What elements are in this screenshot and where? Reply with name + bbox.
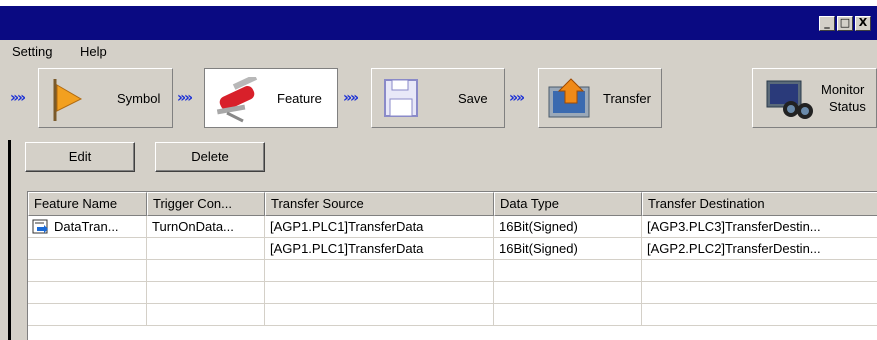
table-row[interactable]: DataTran... TurnOnData... [AGP1.PLC1]Tra… (28, 216, 877, 238)
edit-button[interactable]: Edit (25, 142, 135, 172)
feature-name-text: DataTran... (54, 219, 119, 234)
title-bar: _ □ X (0, 0, 877, 40)
table-cell (642, 260, 877, 282)
step-arrow-icon: » (509, 90, 518, 106)
delete-button[interactable]: Delete (155, 142, 265, 172)
table-row[interactable]: [AGP1.PLC1]TransferData 16Bit(Signed) [A… (28, 238, 877, 260)
column-header[interactable]: Transfer Source (265, 192, 494, 216)
swiss-knife-icon (216, 77, 258, 123)
workflow-toolbar: » » Symbol » » Feature » » Save » » Tran… (0, 64, 877, 136)
menu-setting[interactable]: Setting (12, 44, 52, 59)
table-cell (147, 260, 265, 282)
monitor-label-line1: Monitor (821, 82, 865, 97)
table-cell (28, 304, 147, 326)
maximize-button[interactable]: □ (837, 16, 853, 31)
table-cell (147, 282, 265, 304)
table-cell: TurnOnData... (147, 216, 265, 238)
flag-icon (53, 79, 83, 121)
step-transfer[interactable]: Transfer (538, 68, 662, 128)
table-cell (28, 282, 147, 304)
table-cell (28, 260, 147, 282)
step-arrow-icon: » (350, 90, 359, 106)
minimize-button[interactable]: _ (819, 16, 835, 31)
table-cell: [AGP2.PLC2]TransferDestin... (642, 238, 877, 260)
left-divider (8, 140, 11, 340)
column-header[interactable]: Transfer Destination (642, 192, 877, 216)
top-strip (0, 0, 877, 6)
column-header[interactable]: Data Type (494, 192, 642, 216)
window-controls: _ □ X (819, 16, 871, 31)
transfer-icon (548, 78, 590, 118)
step-arrow-icon: » (343, 90, 352, 106)
menu-bar: Setting Help (0, 40, 877, 64)
table-header: Feature Name Trigger Con... Transfer Sou… (28, 192, 877, 216)
table-cell (494, 282, 642, 304)
table-cell (642, 304, 877, 326)
step-symbol[interactable]: Symbol (38, 68, 173, 128)
floppy-disk-icon (384, 79, 418, 117)
table-cell (265, 282, 494, 304)
binoculars-monitor-icon (766, 80, 813, 119)
step-arrow-icon: » (10, 90, 19, 106)
table-row[interactable] (28, 304, 877, 326)
close-button[interactable]: X (855, 16, 871, 31)
feature-table: Feature Name Trigger Con... Transfer Sou… (27, 191, 877, 340)
table-cell (494, 260, 642, 282)
table-cell (642, 282, 877, 304)
table-cell: 16Bit(Signed) (494, 238, 642, 260)
table-row[interactable] (28, 282, 877, 304)
transfer-data-icon (32, 219, 48, 234)
table-cell (265, 260, 494, 282)
table-cell (494, 304, 642, 326)
menu-help[interactable]: Help (80, 44, 107, 59)
monitor-status-button[interactable]: Monitor Status (752, 68, 877, 128)
monitor-label-line2: Status (829, 99, 866, 114)
table-cell: [AGP3.PLC3]TransferDestin... (642, 216, 877, 238)
table-cell (147, 238, 265, 260)
column-header[interactable]: Trigger Con... (147, 192, 265, 216)
table-cell: DataTran... (28, 216, 147, 238)
table-cell (147, 304, 265, 326)
table-cell: [AGP1.PLC1]TransferData (265, 238, 494, 260)
step-arrow-icon: » (17, 90, 26, 106)
table-cell: [AGP1.PLC1]TransferData (265, 216, 494, 238)
step-arrow-icon: » (516, 90, 525, 106)
table-row[interactable] (28, 260, 877, 282)
step-label: Save (458, 91, 488, 106)
step-feature[interactable]: Feature (204, 68, 338, 128)
step-arrow-icon: » (184, 90, 193, 106)
step-label: Symbol (117, 91, 161, 106)
step-save[interactable]: Save (371, 68, 505, 128)
column-header[interactable]: Feature Name (28, 192, 147, 216)
step-arrow-icon: » (177, 90, 186, 106)
step-label: Transfer (603, 91, 651, 106)
step-label: Feature (277, 91, 322, 106)
table-cell (265, 304, 494, 326)
table-cell: 16Bit(Signed) (494, 216, 642, 238)
table-cell (28, 238, 147, 260)
